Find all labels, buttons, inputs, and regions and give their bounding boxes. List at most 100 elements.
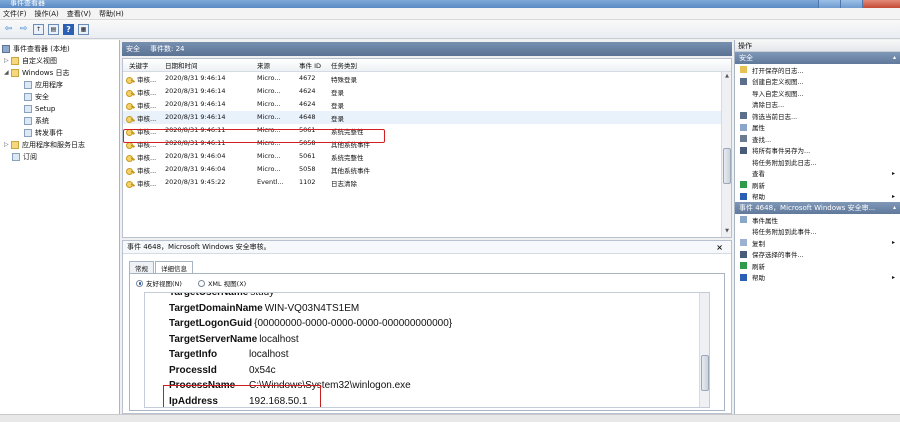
event-properties-icon	[740, 216, 747, 224]
menu-action[interactable]: 操作(A)	[35, 9, 59, 19]
action-label: 打开保存的日志...	[752, 66, 804, 75]
scroll-thumb[interactable]	[701, 355, 709, 391]
tree-node-root[interactable]: 事件查看器 (本地)	[2, 43, 70, 54]
cell-task-category: 日志清除	[331, 178, 357, 188]
event-field: TargetUserName study	[169, 292, 275, 300]
log-header: 安全 事件数: 24	[122, 42, 732, 56]
tree-item-forwarded[interactable]: 转发事件	[24, 127, 63, 138]
action-item[interactable]: 打开保存的日志...	[735, 64, 900, 76]
cell-event-id-text: 4624	[299, 100, 316, 108]
detail-title: 事件 4648，Microsoft Windows 安全审核。	[123, 241, 731, 254]
table-row[interactable]: 审核... 2020/8/31 9:46:14 Micro... 4648 登录	[123, 111, 731, 124]
radio-xml-view[interactable]: XML 视图(X)	[197, 278, 246, 288]
action-item[interactable]: 将任务附加到此事件...	[735, 226, 900, 238]
menu-view[interactable]: 查看(V)	[67, 9, 91, 19]
column-task-category[interactable]: 任务类别	[331, 60, 357, 70]
action-item[interactable]: 查看 ▸	[735, 168, 900, 180]
action-label: 清除日志...	[752, 101, 785, 110]
cell-source-text: Micro...	[257, 74, 281, 82]
table-row[interactable]: 审核... 2020/8/31 9:45:22 Eventl... 1102 日志清除	[123, 176, 731, 189]
close-icon[interactable]: ×	[716, 243, 723, 252]
forward-arrow-icon[interactable]: ⇨	[18, 24, 29, 35]
cell-event-id-text: 5061	[299, 152, 316, 160]
action-item[interactable]: 刷新	[735, 260, 900, 272]
cell-datetime-text: 2020/8/31 9:46:04	[165, 165, 226, 173]
back-arrow-icon[interactable]: ⇦	[3, 24, 14, 35]
tree-item-system[interactable]: 系统	[24, 115, 49, 126]
action-item[interactable]: 筛选当前日志...	[735, 110, 900, 122]
scroll-up-icon[interactable]: ▲	[723, 73, 731, 81]
cell-source-text: Micro...	[257, 87, 281, 95]
tab-general[interactable]: 常规	[129, 261, 154, 273]
folder-icon	[11, 140, 19, 149]
detail-scrollbar[interactable]	[699, 293, 709, 407]
cell-task-category-text: 登录	[331, 115, 344, 123]
tree-node-apps-services[interactable]: ▷ 应用程序和服务日志	[4, 139, 85, 150]
table-row[interactable]: 审核... 2020/8/31 9:46:14 Micro... 4624 登录	[123, 85, 731, 98]
action-label: 刷新	[752, 262, 765, 271]
action-item[interactable]: 复制 ▸	[735, 237, 900, 249]
field-value: study	[250, 292, 275, 298]
cell-source: Micro...	[257, 113, 281, 121]
collapse-icon[interactable]: ▴	[893, 54, 896, 61]
cell-datetime-text: 2020/8/31 9:46:14	[165, 113, 226, 121]
action-item[interactable]: 导入自定义视图...	[735, 87, 900, 99]
action-item[interactable]: 查找...	[735, 133, 900, 145]
help-icon[interactable]: ?	[63, 23, 74, 35]
action-item[interactable]: 帮助 ▸	[735, 272, 900, 284]
actions-section-event[interactable]: 事件 4648，Microsoft Windows 安全审... ▴	[735, 202, 900, 214]
action-item[interactable]: 帮助 ▸	[735, 191, 900, 203]
table-row[interactable]: 审核... 2020/8/31 9:46:14 Micro... 4672 特殊登录	[123, 72, 731, 85]
tab-details[interactable]: 详细信息	[155, 261, 193, 273]
scroll-thumb[interactable]	[723, 148, 731, 184]
radio-friendly-view[interactable]: 友好视图(N)	[136, 278, 182, 288]
column-source[interactable]: 来源	[257, 60, 270, 70]
action-item[interactable]: 将所有事件另存为...	[735, 145, 900, 157]
radio-selected-icon[interactable]	[136, 279, 143, 287]
collapse-icon[interactable]: ▴	[893, 204, 896, 211]
table-row[interactable]: 审核... 2020/8/31 9:46:14 Micro... 4624 登录	[123, 98, 731, 111]
expand-arrow-icon[interactable]: ▷	[4, 141, 10, 148]
table-row[interactable]: 审核... 2020/8/31 9:46:04 Micro... 5058 其他系统事件	[123, 163, 731, 176]
close-button[interactable]	[862, 0, 900, 8]
action-item[interactable]: 保存选择的事件...	[735, 249, 900, 261]
action-item[interactable]: 创建自定义视图...	[735, 76, 900, 88]
list-scrollbar[interactable]: ▲ ▼	[721, 72, 731, 237]
radio-unselected-icon[interactable]	[197, 279, 205, 287]
action-label: 复制	[752, 239, 765, 248]
table-row[interactable]: 审核... 2020/8/31 9:46:04 Micro... 5061 系统完整性	[123, 150, 731, 163]
tree-item-setup[interactable]: Setup	[24, 103, 55, 114]
tree-item-application[interactable]: 应用程序	[24, 79, 63, 90]
cell-source: Eventl...	[257, 178, 284, 186]
actions-section-security[interactable]: 安全 ▴	[735, 52, 900, 64]
column-datetime[interactable]: 日期和时间	[165, 60, 198, 70]
tree-item-security[interactable]: 安全	[24, 91, 49, 102]
properties-icon[interactable]: ▦	[78, 23, 89, 35]
column-keyword[interactable]: 关键字	[129, 60, 149, 70]
log-icon	[24, 128, 32, 137]
expand-arrow-icon[interactable]: ▷	[4, 57, 10, 64]
menu-help[interactable]: 帮助(H)	[99, 9, 124, 19]
menu-bar: 文件(F) 操作(A) 查看(V) 帮助(H)	[0, 8, 900, 20]
action-item[interactable]: 将任务附加到此日志...	[735, 156, 900, 168]
minimize-button[interactable]	[818, 0, 840, 8]
column-event-id[interactable]: 事件 ID	[299, 60, 321, 70]
collapse-arrow-icon[interactable]: ◢	[4, 69, 10, 76]
action-item[interactable]: 清除日志...	[735, 99, 900, 111]
cell-datetime: 2020/8/31 9:46:14	[165, 87, 225, 95]
tree-node-custom-views[interactable]: ▷ 自定义视图	[4, 55, 57, 66]
up-folder-icon[interactable]: ↑	[33, 23, 44, 35]
action-item[interactable]: 事件属性	[735, 214, 900, 226]
menu-file[interactable]: 文件(F)	[3, 9, 27, 19]
cell-source-text: Micro...	[257, 152, 281, 160]
action-item[interactable]: 刷新	[735, 179, 900, 191]
event-field: TargetServerName localhost	[169, 332, 299, 347]
submenu-arrow-icon: ▸	[891, 192, 895, 200]
maximize-button[interactable]	[840, 0, 862, 8]
tree-node-subscriptions[interactable]: 订阅	[12, 151, 37, 162]
scroll-down-icon[interactable]: ▼	[723, 228, 731, 236]
action-item[interactable]: 属性	[735, 122, 900, 134]
cell-keyword-text: 审核...	[137, 115, 157, 123]
show-hide-tree-icon[interactable]: ▤	[48, 23, 59, 35]
tree-node-windows-logs[interactable]: ◢ Windows 日志	[4, 67, 69, 78]
